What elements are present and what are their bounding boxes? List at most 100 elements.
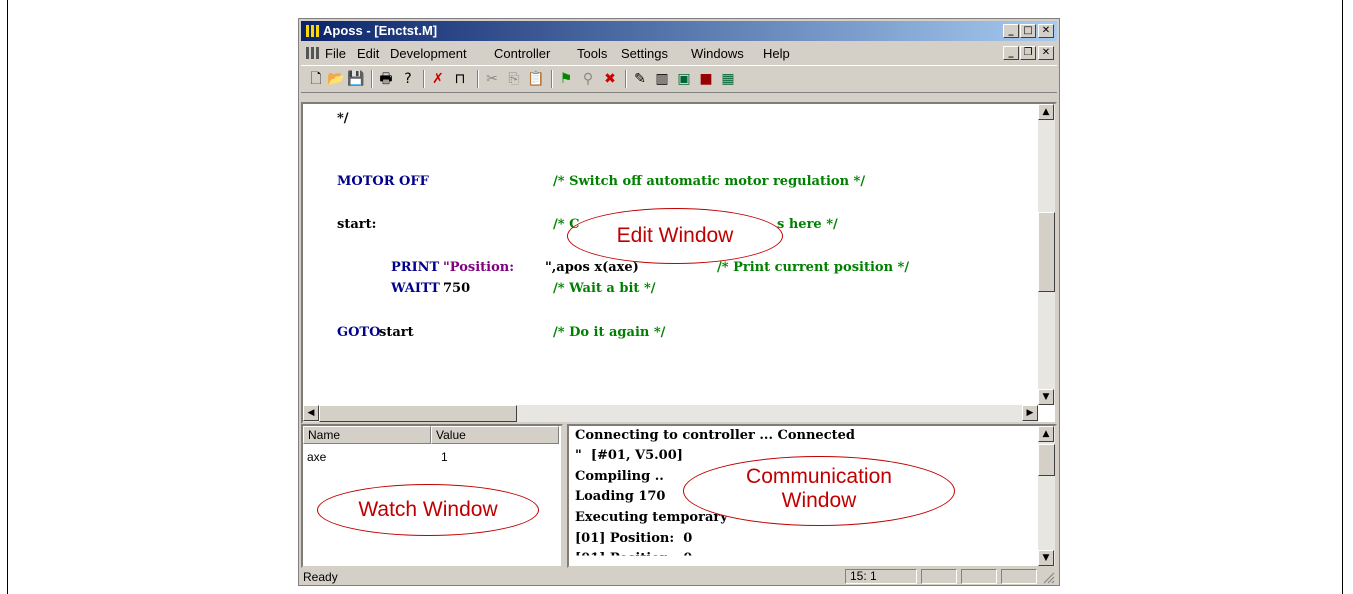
open-folder-icon[interactable]: 📂: [327, 70, 345, 88]
annotation-text: Watch Window: [358, 498, 498, 521]
compile-icon[interactable]: ⚑: [557, 70, 575, 88]
status-pane: [1001, 569, 1037, 584]
print-icon[interactable]: 🖶: [377, 70, 395, 88]
stop-icon[interactable]: ✖: [601, 70, 619, 88]
toolbar-separator: [423, 70, 425, 88]
code-keyword: MOTOR OFF: [337, 174, 429, 189]
edit-window[interactable]: */ MOTOR OFF /* Switch off automatic mot…: [301, 102, 1057, 424]
menu-windows[interactable]: Windows: [691, 46, 744, 61]
toolbar-separator: [625, 70, 627, 88]
comm-vertical-scrollbar[interactable]: ▲ ▼: [1038, 426, 1055, 566]
comm-line: [01] Position: 0: [575, 551, 693, 566]
app-icon: [306, 25, 319, 37]
document-icon[interactable]: [305, 46, 321, 60]
menu-bar: File Edit Development Controller Tools S…: [301, 43, 1057, 63]
app-window: Aposs - [Enctst.M] _ □ ✕ File Edit Devel…: [298, 18, 1060, 586]
annotation-watch-window: Watch Window: [317, 484, 539, 536]
disconnect-icon[interactable]: ✗: [429, 70, 447, 88]
comm-line: Executing temporary: [575, 510, 728, 525]
annotation-text: Edit Window: [616, 224, 734, 247]
scroll-thumb[interactable]: [1038, 444, 1055, 476]
record-icon[interactable]: ■: [697, 70, 715, 88]
status-pane: [961, 569, 997, 584]
scroll-down-button[interactable]: ▼: [1038, 389, 1054, 405]
menu-edit[interactable]: Edit: [357, 46, 379, 61]
code-keyword: WAITT: [391, 281, 440, 296]
column-header-name[interactable]: Name: [303, 426, 431, 444]
code-string: "Position:: [443, 260, 514, 275]
mdi-restore-button[interactable]: ❐: [1020, 46, 1036, 60]
scroll-right-button[interactable]: ▶: [1022, 405, 1038, 421]
save-icon[interactable]: 💾: [347, 70, 365, 88]
comm-line: " [#01, V5.00]: [575, 448, 683, 463]
status-text: Ready: [303, 570, 338, 584]
code-text: */: [337, 111, 349, 126]
window-title: Aposs - [Enctst.M]: [323, 23, 438, 38]
code-comment: /* Do it again */: [553, 325, 666, 340]
status-cursor-position: 15: 1: [845, 569, 917, 584]
connect-icon[interactable]: ⊓: [451, 70, 469, 88]
minimize-button[interactable]: _: [1003, 24, 1019, 38]
code-comment: /* Print current position */: [717, 260, 910, 275]
comm-line: Loading 170: [575, 489, 666, 504]
code-text: start: [379, 325, 414, 340]
code-line-1: */: [337, 111, 349, 126]
scroll-up-button[interactable]: ▲: [1038, 426, 1054, 442]
menu-tools[interactable]: Tools: [577, 46, 607, 61]
code-comment: /* Wait a bit */: [553, 281, 656, 296]
edit-horizontal-scrollbar[interactable]: ◀ ▶: [303, 405, 1038, 422]
watch-value-cell[interactable]: 1: [441, 450, 448, 464]
communication-window[interactable]: Connecting to controller ... Connected "…: [567, 424, 1057, 568]
menu-help[interactable]: Help: [763, 46, 790, 61]
toolbar-separator: [371, 70, 373, 88]
tool-icon[interactable]: ✎: [631, 70, 649, 88]
scroll-down-button[interactable]: ▼: [1038, 550, 1054, 566]
comm-line: Compiling ..: [575, 469, 664, 484]
maximize-button[interactable]: □: [1020, 24, 1036, 38]
help-icon[interactable]: ?: [399, 70, 417, 88]
menu-controller[interactable]: Controller: [494, 46, 550, 61]
watch-name-cell[interactable]: axe: [307, 450, 326, 464]
code-text: ",apos x(axe): [545, 260, 639, 275]
scroll-left-button[interactable]: ◀: [303, 405, 319, 421]
code-comment: /* Switch off automatic motor regulation…: [553, 174, 866, 189]
menu-file[interactable]: File: [325, 46, 346, 61]
column-header-value[interactable]: Value: [431, 426, 559, 444]
annotation-edit-window: Edit Window: [567, 208, 783, 264]
status-bar: Ready 15: 1: [301, 568, 1057, 585]
close-button[interactable]: ✕: [1038, 24, 1054, 38]
edit-vertical-scrollbar[interactable]: ▲ ▼: [1038, 104, 1055, 405]
paste-icon[interactable]: 📋: [527, 70, 545, 88]
find-icon[interactable]: ⚲: [579, 70, 597, 88]
cut-icon[interactable]: ✂: [483, 70, 501, 88]
table-icon[interactable]: ▥: [653, 70, 671, 88]
new-file-icon[interactable]: 🗋: [307, 70, 325, 88]
annotation-communication-window: Communication Window: [683, 456, 955, 526]
menu-settings[interactable]: Settings: [621, 46, 668, 61]
scroll-thumb[interactable]: [1038, 212, 1055, 292]
code-keyword: PRINT: [391, 260, 440, 275]
comm-line: [01] Position: 0: [575, 531, 693, 546]
copy-icon[interactable]: ⎘: [505, 70, 523, 88]
code-comment: s here */: [777, 217, 838, 232]
resize-grip-icon[interactable]: [1041, 570, 1055, 584]
comm-line: Connecting to controller ... Connected: [575, 428, 855, 443]
scroll-up-button[interactable]: ▲: [1038, 104, 1054, 120]
title-bar[interactable]: Aposs - [Enctst.M] _ □ ✕: [301, 21, 1057, 41]
toolbar-separator: [551, 70, 553, 88]
toolbar: 🗋 📂 💾 🖶 ? ✗ ⊓ ✂ ⎘ 📋 ⚑ ⚲ ✖ ✎ ▥ ▣ ■ ▦: [301, 65, 1057, 93]
mdi-minimize-button[interactable]: _: [1003, 46, 1019, 60]
status-pane: [921, 569, 957, 584]
annotation-text: Window: [781, 489, 857, 512]
code-text: 750: [443, 281, 471, 296]
oscilloscope-icon[interactable]: ▣: [675, 70, 693, 88]
code-text: start:: [337, 217, 377, 232]
grid-icon[interactable]: ▦: [719, 70, 737, 88]
menu-development[interactable]: Development: [390, 46, 467, 61]
watch-window[interactable]: Name Value axe 1 Watch Window: [301, 424, 563, 568]
code-keyword: GOTO: [337, 325, 381, 340]
annotation-text: Communication: [746, 465, 892, 488]
mdi-close-button[interactable]: ✕: [1038, 46, 1054, 60]
toolbar-separator: [477, 70, 479, 88]
scroll-thumb[interactable]: [319, 405, 517, 422]
